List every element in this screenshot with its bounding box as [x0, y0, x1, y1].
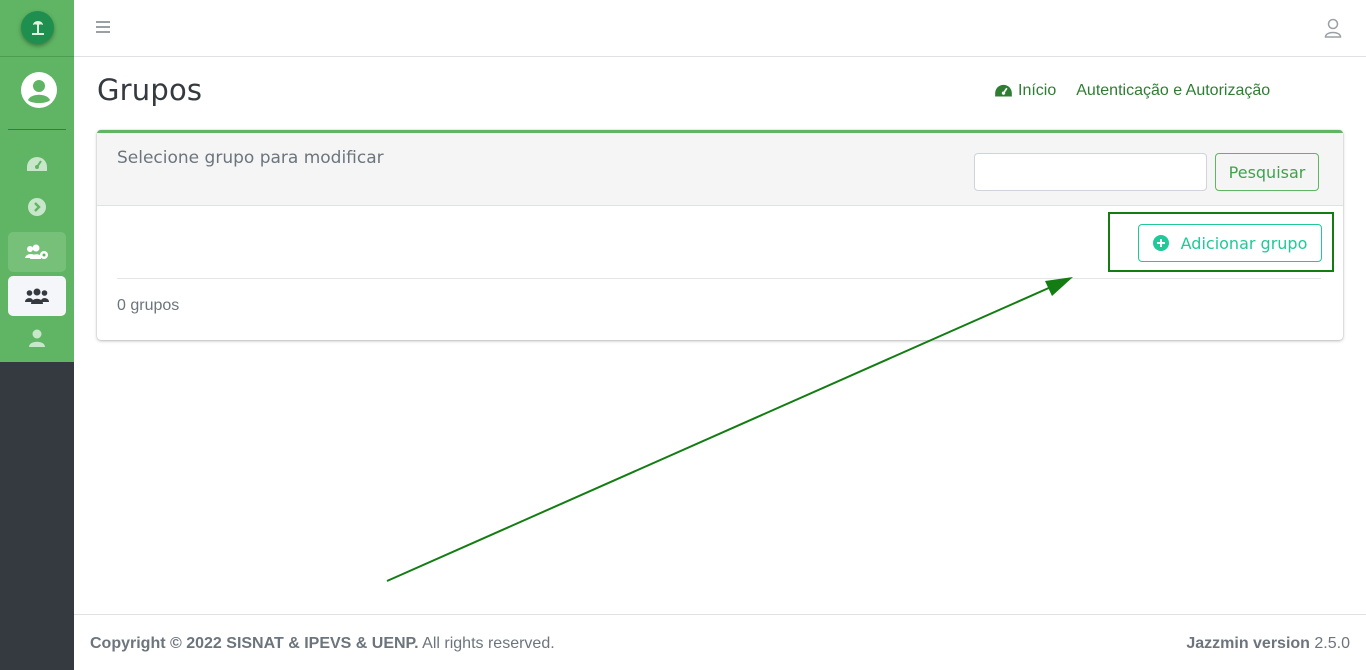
version-number: 2.5.0 [1314, 635, 1350, 652]
page-title: Grupos [97, 73, 203, 107]
chevron-circle-right-icon [28, 198, 46, 216]
changelist-card: Selecione grupo para modificar Pesquisar… [97, 130, 1343, 340]
sidebar-item-groups[interactable] [8, 276, 66, 316]
user-panel [0, 57, 74, 129]
footer-copyright: Copyright © 2022 SISNAT & IPEVS & UENP. … [90, 635, 555, 653]
user-icon [29, 329, 45, 347]
users-cog-icon [25, 244, 48, 259]
card-header: Selecione grupo para modificar Pesquisar [97, 133, 1343, 206]
hamburger-menu-icon[interactable] [96, 19, 112, 35]
tachometer-icon [995, 84, 1012, 96]
add-group-label: Adicionar grupo [1180, 233, 1308, 253]
main-content: Grupos Início Autenticação e Autorização… [74, 57, 1366, 614]
search-button[interactable]: Pesquisar [1215, 153, 1319, 191]
tachometer-icon [27, 157, 47, 171]
breadcrumb-home-label: Início [1018, 82, 1057, 99]
breadcrumb: Início Autenticação e Autorização [994, 82, 1270, 100]
footer-version: Jazzmin version 2.5.0 [1186, 635, 1350, 653]
user-menu-icon[interactable] [1324, 18, 1342, 38]
card-title: Selecione grupo para modificar [117, 148, 384, 168]
footer: Copyright © 2022 SISNAT & IPEVS & UENP. … [74, 614, 1366, 670]
search-input[interactable] [974, 153, 1207, 191]
sidebar-item-users[interactable] [8, 318, 66, 358]
user-avatar-icon[interactable] [21, 72, 57, 108]
users-icon [25, 288, 49, 304]
result-count: 0 grupos [117, 297, 180, 314]
sidebar-item-navigate[interactable] [8, 187, 66, 227]
version-label: Jazzmin version [1186, 635, 1310, 652]
card-divider [117, 278, 1321, 279]
sidebar-divider [8, 129, 66, 130]
copyright-text: Copyright © 2022 SISNAT & IPEVS & UENP. [90, 635, 419, 652]
breadcrumb-home[interactable]: Início [994, 82, 1056, 100]
plus-circle-icon [1152, 235, 1169, 251]
top-navbar [74, 0, 1366, 57]
breadcrumb-section[interactable]: Autenticação e Autorização [1076, 82, 1270, 100]
sidebar-item-auth[interactable] [8, 232, 66, 272]
brand-link[interactable] [0, 0, 74, 57]
add-group-button[interactable]: Adicionar grupo [1138, 224, 1322, 262]
sidebar-item-dashboard[interactable] [8, 145, 66, 185]
rights-text: All rights reserved. [422, 635, 555, 652]
sidebar [0, 0, 74, 670]
brand-logo[interactable] [21, 11, 54, 44]
